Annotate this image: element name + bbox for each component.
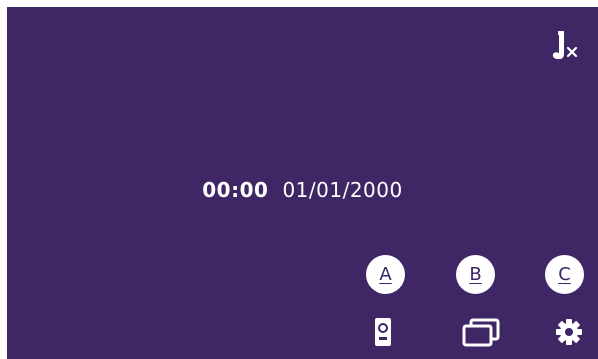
button-b[interactable]: B (456, 255, 495, 294)
multi-window-icon (462, 318, 500, 347)
datetime-display: 00:00 01/01/2000 (7, 178, 598, 202)
button-a[interactable]: A (366, 255, 405, 294)
door-panel-icon (375, 318, 391, 346)
date-display: 01/01/2000 (282, 178, 403, 202)
time-display: 00:00 (202, 178, 269, 202)
music-note-mute-icon (552, 31, 578, 60)
multi-window-button[interactable] (461, 316, 501, 348)
mute-sound-button[interactable] (550, 29, 580, 61)
gear-icon (556, 319, 582, 345)
intercom-screen: 00:00 01/01/2000 A B C (7, 7, 598, 359)
button-c[interactable]: C (545, 255, 584, 294)
door-panel-button[interactable] (373, 316, 395, 348)
settings-button[interactable] (554, 316, 584, 348)
